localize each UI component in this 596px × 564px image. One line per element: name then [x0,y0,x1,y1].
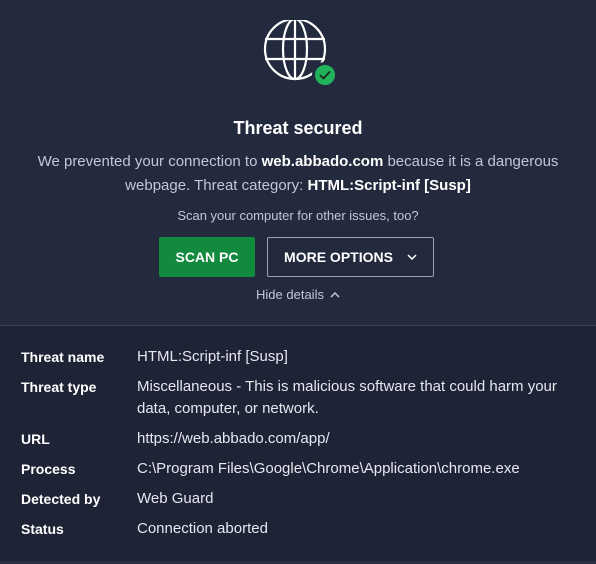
description-text-1: We prevented your connection to [37,153,262,170]
scan-prompt: Scan your computer for other issues, too… [177,208,419,223]
page-title: Threat secured [233,118,363,138]
scan-pc-button[interactable]: SCAN PC [159,237,255,277]
checkmark-icon [319,70,331,80]
chevron-down-icon [407,254,417,260]
threat-details-table: Threat name HTML:Script-inf [Susp] Threa… [0,326,596,564]
detail-key: Process [21,461,76,477]
threat-description: We prevented your connection to web.abba… [20,150,576,198]
detail-value: HTML:Script-inf [Susp] [137,348,288,365]
threat-category: HTML:Script-inf [Susp] [307,177,471,194]
detail-key: Threat type [21,379,97,395]
globe-status-graphic [262,20,340,90]
chevron-up-icon [330,291,340,298]
threat-summary-panel: Threat secured We prevented your connect… [0,0,596,325]
detail-key: Status [21,521,64,537]
detail-key: URL [21,431,50,447]
blocked-domain: web.abbado.com [261,153,384,170]
detail-value: Miscellaneous - This is malicious softwa… [137,378,557,417]
hide-details-label: Hide details [256,287,324,302]
more-options-button[interactable]: MORE OPTIONS [267,237,434,277]
detail-value: Connection aborted [137,520,268,537]
hide-details-link[interactable]: Hide details [0,287,596,302]
detail-key: Threat name [21,349,105,365]
detail-value: Web Guard [137,490,214,507]
detail-key: Detected by [21,491,101,507]
detail-value: https://web.abbado.com/app/ [137,430,330,447]
detail-value: C:\Program Files\Google\Chrome\Applicati… [137,460,520,477]
scan-pc-label: SCAN PC [175,249,239,265]
more-options-label: MORE OPTIONS [284,249,393,265]
success-badge [312,62,338,88]
